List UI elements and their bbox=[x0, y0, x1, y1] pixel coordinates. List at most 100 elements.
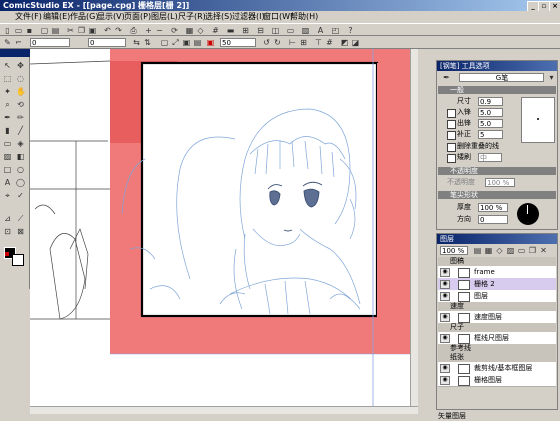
page-icon[interactable]: ▢ bbox=[40, 26, 49, 35]
section-brush-shape[interactable]: 笔尖形状 bbox=[438, 191, 556, 199]
menu-help[interactable]: 帮助(H) bbox=[290, 11, 318, 23]
vector-icon[interactable]: ◇ bbox=[196, 26, 205, 35]
show-grid-icon[interactable]: # bbox=[325, 38, 334, 47]
paste-icon[interactable]: ▣ bbox=[88, 26, 97, 35]
visibility-icon[interactable]: ◉ bbox=[440, 376, 450, 385]
brush-mode-icon[interactable]: ⌐ bbox=[14, 38, 23, 47]
cut-icon[interactable]: ✂ bbox=[66, 26, 75, 35]
visibility-icon[interactable]: ◉ bbox=[440, 334, 450, 343]
raster-layer-icon[interactable]: ▦ bbox=[484, 246, 493, 255]
show-ruler-icon[interactable]: ⊤ bbox=[314, 38, 323, 47]
vertical-scrollbar[interactable] bbox=[410, 49, 418, 406]
grid-icon[interactable]: # bbox=[211, 26, 220, 35]
visibility-icon[interactable]: ◉ bbox=[440, 268, 450, 277]
print-size-icon[interactable]: ▤ bbox=[193, 38, 202, 47]
angle-input[interactable]: 0 bbox=[88, 38, 126, 47]
reference-select[interactable]: 中 bbox=[478, 153, 502, 162]
visibility-icon[interactable]: ◉ bbox=[440, 280, 450, 289]
perspective-tool-icon[interactable]: ⟋ bbox=[16, 214, 25, 223]
zoom-tool-icon[interactable]: ⌕ bbox=[3, 100, 12, 109]
frame-tool-icon[interactable]: ⊡ bbox=[3, 227, 12, 236]
marker-tool-icon[interactable]: ▮ bbox=[3, 126, 12, 135]
delete-overlap-checkbox[interactable] bbox=[447, 143, 456, 152]
flip-vertical-icon[interactable]: ⇅ bbox=[143, 38, 152, 47]
pen-tool-icon[interactable]: ✒ bbox=[3, 113, 12, 122]
copy-icon[interactable]: ❐ bbox=[77, 26, 86, 35]
delete-layer-icon[interactable]: ✕ bbox=[539, 246, 548, 255]
shape-tool-icon[interactable]: □ bbox=[3, 165, 12, 174]
menu-layer[interactable]: 图层(L) bbox=[151, 11, 178, 23]
thickness-field[interactable]: 100 % bbox=[478, 203, 508, 212]
save-icon[interactable]: ▪ bbox=[25, 26, 34, 35]
ruler-tool-icon[interactable]: ⊿ bbox=[3, 214, 12, 223]
section-opacity[interactable]: 不透明度 bbox=[438, 167, 556, 175]
balloon-tool-icon[interactable]: ◯ bbox=[16, 178, 25, 187]
rotate-left-icon[interactable]: ↺ bbox=[262, 38, 271, 47]
open-icon[interactable]: ▭ bbox=[14, 26, 23, 35]
direction-field[interactable]: 0 bbox=[478, 215, 508, 224]
transparency-icon[interactable]: ◩ bbox=[340, 38, 349, 47]
flip-icon[interactable]: ⇆ bbox=[132, 38, 141, 47]
correction-checkbox[interactable] bbox=[447, 131, 456, 140]
opacity-field[interactable]: 100 % bbox=[485, 178, 515, 187]
book-icon[interactable]: ▤ bbox=[51, 26, 60, 35]
view-icon[interactable]: ◫ bbox=[271, 26, 280, 35]
menu-view[interactable]: 显示(V) bbox=[97, 11, 125, 23]
actual-size-icon[interactable]: ▣ bbox=[182, 38, 191, 47]
duplicate-layer-icon[interactable]: ❐ bbox=[528, 246, 537, 255]
menu-file[interactable]: 文件(F) bbox=[15, 11, 42, 23]
rotate-right-icon[interactable]: ↻ bbox=[273, 38, 282, 47]
help-icon[interactable]: ? bbox=[346, 26, 355, 35]
brush-direction-dial[interactable] bbox=[517, 203, 539, 225]
new-icon[interactable]: ▯ bbox=[3, 26, 12, 35]
menu-page[interactable]: 页面(P) bbox=[124, 11, 151, 23]
folder-layer-icon[interactable]: ▭ bbox=[517, 246, 526, 255]
entry-checkbox[interactable] bbox=[447, 109, 456, 118]
gradient-tool-icon[interactable]: ◧ bbox=[16, 152, 25, 161]
vector-layer-icon[interactable]: ◇ bbox=[495, 246, 504, 255]
window-icon[interactable]: ▭ bbox=[286, 26, 295, 35]
layer-icon[interactable]: ▦ bbox=[185, 26, 194, 35]
menu-select[interactable]: 选择(S) bbox=[205, 11, 232, 23]
tone-layer-icon[interactable]: ▨ bbox=[506, 246, 515, 255]
layer-opacity-field[interactable]: 100 % bbox=[440, 246, 468, 255]
tone-icon[interactable]: ▨ bbox=[301, 26, 310, 35]
redo-icon[interactable]: ↷ bbox=[114, 26, 123, 35]
background-color-swatch[interactable] bbox=[12, 254, 24, 266]
ruler-icon[interactable]: ▬ bbox=[226, 26, 235, 35]
exit-checkbox[interactable] bbox=[447, 120, 456, 129]
menu-ruler[interactable]: 尺子(R) bbox=[178, 11, 206, 23]
panel-icon[interactable]: ◰ bbox=[331, 26, 340, 35]
visibility-icon[interactable]: ◉ bbox=[440, 313, 450, 322]
size-field[interactable]: 0.9 mm bbox=[478, 97, 503, 114]
ellipse-tool-icon[interactable]: ○ bbox=[16, 165, 25, 174]
cut-frame-tool-icon[interactable]: ⊠ bbox=[16, 227, 25, 236]
grid-snap-icon[interactable]: ⊞ bbox=[299, 38, 308, 47]
section-general[interactable]: 一般 bbox=[438, 86, 556, 94]
new-layer-icon[interactable]: ▤ bbox=[473, 246, 482, 255]
red-color-swatch[interactable] bbox=[5, 252, 9, 256]
move-tool-icon[interactable]: ✥ bbox=[16, 61, 25, 70]
guide-icon[interactable]: ⊟ bbox=[256, 26, 265, 35]
fit-icon[interactable]: ⤢ bbox=[171, 38, 180, 47]
menu-window[interactable]: 窗口(W) bbox=[263, 11, 293, 23]
draft-icon[interactable]: ◪ bbox=[351, 38, 360, 47]
zoom-in-icon[interactable]: + bbox=[144, 26, 153, 35]
marquee-tool-icon[interactable]: ⬚ bbox=[3, 74, 12, 83]
rotate-tool-icon[interactable]: ⟲ bbox=[16, 100, 25, 109]
horizontal-scrollbar[interactable] bbox=[30, 406, 418, 414]
pen-preset-select[interactable]: G笔 bbox=[459, 73, 544, 82]
menu-work[interactable]: 作品(G) bbox=[70, 11, 98, 23]
visibility-icon[interactable]: ◉ bbox=[440, 292, 450, 301]
arrow-tool-icon[interactable]: ↖ bbox=[3, 61, 12, 70]
visibility-icon[interactable]: ◉ bbox=[440, 364, 450, 373]
text-icon[interactable]: A bbox=[316, 26, 325, 35]
hand-tool-icon[interactable]: ✋ bbox=[16, 87, 26, 96]
chevron-down-icon[interactable]: ▾ bbox=[547, 73, 556, 82]
correction-field[interactable]: 5 bbox=[478, 130, 503, 139]
frame-icon[interactable]: ▢ bbox=[160, 38, 169, 47]
tone-tool-icon[interactable]: ▨ bbox=[3, 152, 12, 161]
reference-checkbox[interactable] bbox=[447, 154, 456, 163]
ruler-snap-icon[interactable]: ⊢ bbox=[288, 38, 297, 47]
correct-tool-icon[interactable]: ✓ bbox=[16, 191, 25, 200]
